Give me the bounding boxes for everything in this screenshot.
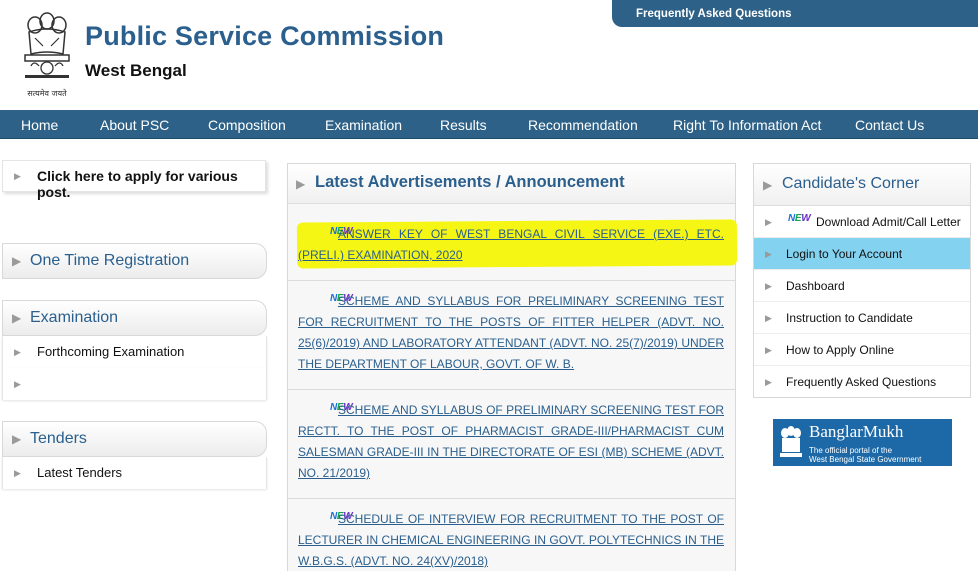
chevron-right-icon: ▶ <box>296 177 306 191</box>
banglarmukh-banner[interactable]: BanglarMukh The official portal of the W… <box>773 419 952 466</box>
list-item[interactable]: ▶ Forthcoming Examination <box>2 336 267 368</box>
chevron-right-icon: ▶ <box>12 254 22 268</box>
nav-results[interactable]: Results <box>440 117 487 133</box>
candidates-corner-panel: ▶ Candidate's Corner ▶ NEW Download Admi… <box>753 163 971 398</box>
banglarmukh-line1: The official portal of the <box>809 446 893 455</box>
dashboard-link[interactable]: Dashboard <box>786 279 845 293</box>
announcement-link-pharmacist[interactable]: SCHEME AND SYLLABUS OF PRELIMINARY SCREE… <box>298 400 724 484</box>
emblem-icon <box>780 426 802 457</box>
banglarmukh-line2: West Bengal State Government <box>809 455 922 464</box>
announcements-title: Latest Advertisements / Announcement <box>315 173 625 191</box>
announcement-link-lecturer[interactable]: SCHEDULE OF INTERVIEW FOR RECRUITMENT TO… <box>298 509 724 571</box>
emblem-caption: सत्यमेव जयते <box>27 89 67 98</box>
examination-panel-header[interactable]: ▶ Examination <box>2 300 267 336</box>
chevron-right-icon: ▶ <box>765 249 772 259</box>
chevron-right-icon: ▶ <box>12 311 22 325</box>
chevron-right-icon: ▶ <box>763 178 773 192</box>
new-badge-icon: NEW <box>788 213 811 224</box>
site-subtitle: West Bengal <box>85 61 187 80</box>
sidebar-item-dashboard[interactable]: ▶ Dashboard <box>754 270 970 302</box>
chevron-right-icon: ▶ <box>765 281 772 291</box>
one-time-registration-panel[interactable]: ▶ One Time Registration <box>2 243 267 279</box>
announcement-link-fitter-helper[interactable]: SCHEME AND SYLLABUS FOR PRELIMINARY SCRE… <box>298 291 724 375</box>
nav-composition[interactable]: Composition <box>208 117 286 133</box>
chevron-right-icon: ▶ <box>14 171 21 181</box>
forthcoming-examination-link[interactable]: Forthcoming Examination <box>37 344 184 359</box>
how-to-apply-link[interactable]: How to Apply Online <box>786 343 894 357</box>
candidates-corner-header: ▶ Candidate's Corner <box>754 164 970 206</box>
banglarmukh-title: BanglarMukh <box>809 422 904 441</box>
chevron-right-icon: ▶ <box>765 345 772 355</box>
nav-recommendation[interactable]: Recommendation <box>528 117 638 133</box>
tenders-panel-header[interactable]: ▶ Tenders <box>2 421 267 457</box>
login-link[interactable]: Login to Your Account <box>786 247 902 261</box>
tenders-heading: Tenders <box>30 430 87 447</box>
announcements-header: ▶ Latest Advertisements / Announcement <box>288 164 735 204</box>
list-item[interactable]: ▶ <box>2 368 267 400</box>
list-item[interactable]: ▶ Latest Tenders <box>2 457 267 489</box>
examination-heading: Examination <box>30 309 119 326</box>
chevron-right-icon: ▶ <box>765 377 772 387</box>
candidates-corner-title: Candidate's Corner <box>782 175 920 192</box>
instruction-link[interactable]: Instruction to Candidate <box>786 311 913 325</box>
latest-tenders-link[interactable]: Latest Tenders <box>37 465 122 480</box>
announcement-link-answer-key[interactable]: ANSWER KEY OF WEST BENGAL CIVIL SERVICE … <box>298 224 724 266</box>
nav-contact-us[interactable]: Contact Us <box>855 117 924 133</box>
nav-about-psc[interactable]: About PSC <box>100 117 169 133</box>
one-time-registration-link[interactable]: One Time Registration <box>30 252 189 270</box>
chevron-right-icon: ▶ <box>14 468 21 478</box>
chevron-right-icon: ▶ <box>765 313 772 323</box>
chevron-right-icon: ▶ <box>14 379 21 389</box>
sidebar-item-faq[interactable]: ▶ Frequently Asked Questions <box>754 366 970 398</box>
faq-link[interactable]: Frequently Asked Questions <box>786 375 936 389</box>
main-nav: Home About PSC Composition Examination R… <box>0 110 978 139</box>
sidebar-item-instruction[interactable]: ▶ Instruction to Candidate <box>754 302 970 334</box>
apply-link-box[interactable]: ▶ Click here to apply for various post. <box>2 160 266 200</box>
nav-home[interactable]: Home <box>21 117 58 133</box>
chevron-right-icon: ▶ <box>14 347 21 357</box>
apply-link[interactable]: Click here to apply for various post. <box>37 168 265 200</box>
chevron-right-icon: ▶ <box>765 217 772 227</box>
download-admit-link[interactable]: Download Admit/Call Letter <box>816 215 961 229</box>
sidebar-item-how-to-apply[interactable]: ▶ How to Apply Online <box>754 334 970 366</box>
faq-top-link[interactable]: Frequently Asked Questions <box>612 0 978 27</box>
state-emblem-logo: सत्यमेव जयते <box>19 8 75 104</box>
nav-rti[interactable]: Right To Information Act <box>673 117 821 133</box>
chevron-right-icon: ▶ <box>12 432 22 446</box>
nav-examination[interactable]: Examination <box>325 117 402 133</box>
sidebar-item-login[interactable]: ▶ Login to Your Account <box>754 238 970 270</box>
site-title[interactable]: Public Service Commission <box>85 21 444 52</box>
sidebar-item-download-admit[interactable]: ▶ NEW Download Admit/Call Letter <box>754 206 970 238</box>
